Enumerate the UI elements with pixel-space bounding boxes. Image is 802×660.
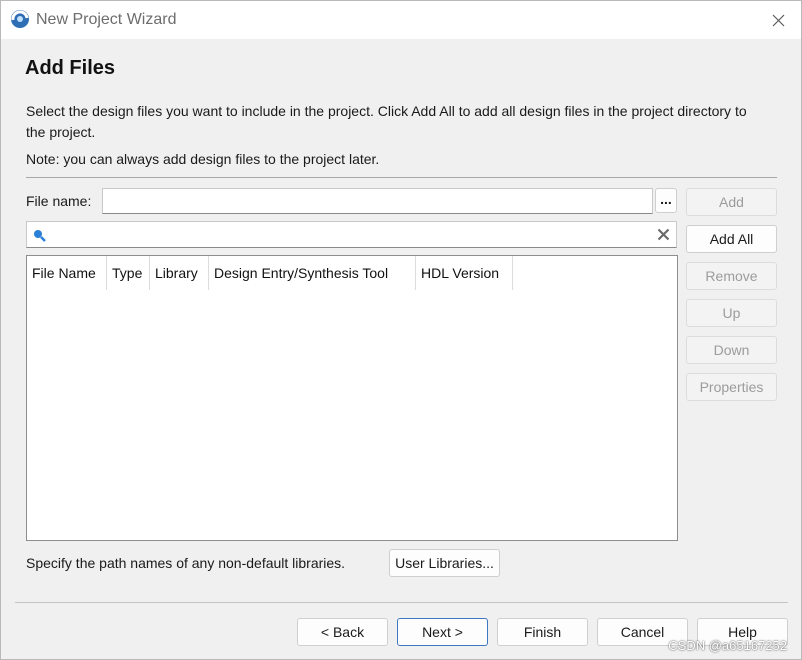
down-button[interactable]: Down <box>686 336 777 364</box>
file-name-label: File name: <box>26 193 92 209</box>
column-header-library[interactable]: Library <box>150 256 209 290</box>
close-button[interactable] <box>755 1 801 39</box>
close-icon <box>772 14 785 27</box>
back-button[interactable]: < Back <box>297 618 388 646</box>
remove-button[interactable]: Remove <box>686 262 777 290</box>
user-libraries-button[interactable]: User Libraries... <box>389 549 500 577</box>
footer-divider <box>15 602 788 603</box>
files-table[interactable]: File Name Type Library Design Entry/Synt… <box>26 255 678 541</box>
filter-input[interactable] <box>53 224 652 246</box>
page-heading: Add Files <box>25 57 116 79</box>
add-all-button[interactable]: Add All <box>686 225 777 253</box>
page-note: Note: you can always add design files to… <box>26 151 380 167</box>
column-header-type[interactable]: Type <box>107 256 150 290</box>
wizard-window: New Project Wizard Add Files Select the … <box>0 0 802 660</box>
add-button[interactable]: Add <box>686 188 777 216</box>
finish-button[interactable]: Finish <box>497 618 588 646</box>
libraries-hint: Specify the path names of any non-defaul… <box>26 555 346 571</box>
clear-icon[interactable] <box>657 228 670 244</box>
browse-button[interactable]: ... <box>655 188 677 213</box>
up-button[interactable]: Up <box>686 299 777 327</box>
column-header-design-entry-tool[interactable]: Design Entry/Synthesis Tool <box>209 256 416 290</box>
page-description: Select the design files you want to incl… <box>26 103 747 140</box>
properties-button[interactable]: Properties <box>686 373 777 401</box>
filter-field[interactable] <box>26 221 677 248</box>
table-header: File Name Type Library Design Entry/Synt… <box>27 256 513 290</box>
search-icon <box>32 228 48 247</box>
column-header-hdl-version[interactable]: HDL Version <box>416 256 513 290</box>
watermark-text: CSDN @a65167252 <box>668 638 787 653</box>
title-bar[interactable]: New Project Wizard <box>1 1 801 39</box>
column-header-file-name[interactable]: File Name <box>27 256 107 290</box>
file-name-input[interactable] <box>102 188 653 214</box>
window-title: New Project Wizard <box>36 11 177 28</box>
app-logo-icon <box>10 9 30 29</box>
header-divider <box>26 177 777 178</box>
next-button[interactable]: Next > <box>397 618 488 646</box>
